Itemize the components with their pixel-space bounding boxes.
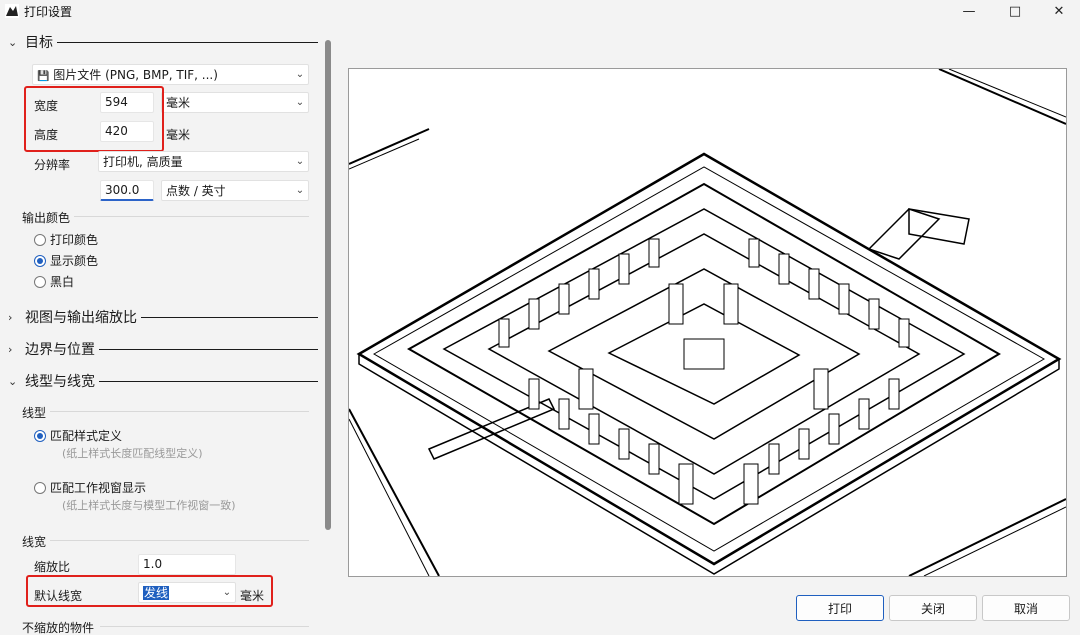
resolution-label: 分辨率: [34, 158, 71, 172]
radio-label: 黑白: [50, 275, 75, 289]
section-label: 边界与位置: [25, 342, 95, 358]
divider: [50, 411, 309, 412]
width-unit-select[interactable]: 毫米 ⌄: [161, 92, 309, 113]
window-title: 打印设置: [24, 5, 73, 19]
save-icon: 💾: [37, 71, 50, 82]
radio-dot: [34, 233, 46, 246]
rhino-app-icon: [5, 4, 19, 18]
highlight-box-size: [24, 86, 164, 152]
chevron-down-icon: ⌄: [8, 35, 18, 49]
destination-select[interactable]: 💾 图片文件 (PNG, BMP, TIF, ...) ⌄: [32, 64, 309, 85]
radio-match-viewport[interactable]: 匹配工作视窗显示: [34, 479, 146, 496]
chevron-right-icon: ›: [8, 310, 13, 324]
building-isometric-drawing: [348, 68, 1067, 577]
divider: [99, 348, 318, 350]
close-button[interactable]: 关闭: [889, 595, 977, 621]
section-view-scale[interactable]: › 视图与输出缩放比: [8, 307, 318, 327]
maximize-icon[interactable]: □: [992, 0, 1038, 22]
radio-dot: [34, 254, 46, 267]
section-label: 线型与线宽: [25, 374, 95, 390]
section-margins[interactable]: › 边界与位置: [8, 339, 318, 359]
resolution-select[interactable]: 打印机, 高质量 ⌄: [98, 151, 309, 172]
chevron-down-icon: ⌄: [295, 69, 305, 80]
output-color-label: 输出颜色: [22, 211, 71, 225]
linetype-hint-1: (纸上样式长度匹配线型定义): [62, 447, 203, 460]
highlight-box-lineweight: [26, 575, 273, 607]
dpi-unit-select[interactable]: 点数 / 英寸 ⌄: [161, 180, 309, 201]
radio-label: 显示颜色: [50, 254, 99, 268]
radio-display-color[interactable]: 显示颜色: [34, 252, 98, 269]
divider: [74, 216, 309, 217]
divider: [141, 316, 318, 318]
scrollbar-thumb[interactable]: [325, 40, 331, 530]
radio-label: 匹配样式定义: [50, 429, 123, 443]
divider: [57, 41, 318, 43]
cancel-button[interactable]: 取消: [982, 595, 1070, 621]
print-button[interactable]: 打印: [796, 595, 884, 621]
section-label: 视图与输出缩放比: [25, 310, 137, 326]
chevron-right-icon: ›: [8, 342, 13, 356]
title-bar: 打印设置 — □ ✕: [0, 0, 1080, 22]
linetype-hint-2: (纸上样式长度与模型工作视窗一致): [62, 499, 236, 512]
radio-label: 匹配工作视窗显示: [50, 481, 147, 495]
scale-input[interactable]: 1.0: [138, 554, 236, 575]
radio-dot: [34, 429, 46, 442]
chevron-down-icon: ⌄: [295, 97, 305, 108]
destination-value: 图片文件 (PNG, BMP, TIF, ...): [53, 68, 218, 82]
radio-label: 打印颜色: [50, 233, 99, 247]
radio-dot: [34, 481, 46, 494]
divider: [99, 380, 318, 382]
height-unit: 毫米: [166, 128, 191, 142]
dpi-unit-value: 点数 / 英寸: [166, 184, 226, 198]
section-target[interactable]: ⌄ 目标: [8, 32, 318, 52]
section-linetype-width[interactable]: ⌄ 线型与线宽: [8, 371, 318, 391]
chevron-down-icon: ⌄: [295, 156, 305, 167]
close-icon[interactable]: ✕: [1036, 0, 1080, 22]
unscaled-objects-label: 不缩放的物件: [22, 621, 95, 635]
chevron-down-icon: ⌄: [8, 374, 18, 388]
minimize-icon[interactable]: —: [946, 0, 992, 22]
chevron-down-icon: ⌄: [295, 185, 305, 196]
radio-match-style[interactable]: 匹配样式定义: [34, 427, 122, 444]
print-preview: [348, 68, 1067, 577]
resolution-value: 打印机, 高质量: [103, 155, 183, 169]
width-unit-value: 毫米: [166, 96, 191, 110]
divider: [50, 540, 309, 541]
radio-black-white[interactable]: 黑白: [34, 273, 74, 290]
dpi-input[interactable]: 300.0: [100, 180, 154, 201]
divider: [100, 626, 309, 627]
radio-print-color[interactable]: 打印颜色: [34, 231, 98, 248]
section-label: 目标: [25, 35, 53, 51]
radio-dot: [34, 275, 46, 288]
scale-label: 缩放比: [34, 560, 71, 574]
lineweight-label: 线宽: [22, 535, 47, 549]
linetype-label: 线型: [22, 406, 47, 420]
